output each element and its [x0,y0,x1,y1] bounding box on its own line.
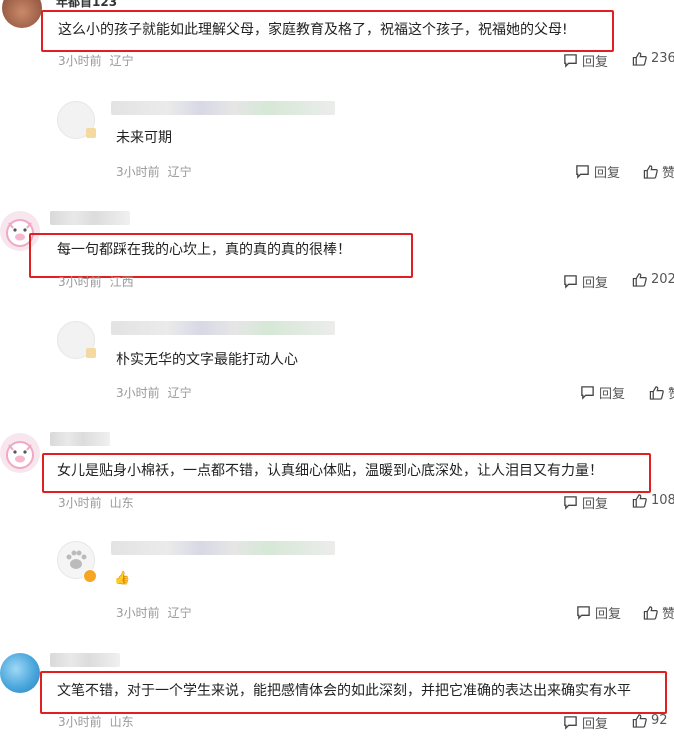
thumbs-up-icon [643,606,658,620]
reply-time: 3小时前 [116,606,160,620]
highlight-box [29,233,413,278]
reply-location: 辽宁 [167,165,192,179]
reply-name-blurred[interactable] [111,101,335,115]
verified-badge-icon [83,569,97,583]
like-count: 108 [651,493,674,508]
like-count: 236 [651,51,674,66]
reply-button[interactable]: 回复 [563,713,608,732]
comment-meta: 3小时前 山东 [58,494,134,511]
like-count: 202 [651,272,674,287]
reply-text: 未来可期 [116,130,172,146]
thumbs-up-icon [632,52,647,66]
thumbs-up-icon [643,165,658,179]
comment-bubble-icon [581,386,594,400]
reply-meta: 3小时前 辽宁 [116,163,192,180]
like-button[interactable]: 赞 [649,383,674,402]
comment-location: 辽宁 [109,54,134,68]
reply-location: 辽宁 [167,386,192,400]
reply-time: 3小时前 [116,386,160,400]
pig-avatar-icon [6,441,34,469]
comment-bubble-icon [564,716,577,730]
reply-meta: 3小时前 辽宁 [116,604,192,621]
comment-time: 3小时前 [58,54,102,68]
like-count: 92 [651,713,668,728]
comment-time: 3小时前 [58,715,102,729]
like-button[interactable]: 236 [632,51,674,66]
reply-label: 回复 [582,717,609,732]
reply-label: 回复 [599,387,626,402]
comment-time: 3小时前 [58,275,102,289]
like-button[interactable]: 赞 [643,603,674,622]
like-label: 赞 [662,607,674,622]
reply-label: 回复 [582,55,609,70]
thumbs-up-emoji-icon: 👍 [114,571,131,586]
commenter-avatar[interactable] [2,0,42,28]
comment-location: 江西 [109,275,134,289]
reply-button[interactable]: 回复 [580,383,625,402]
comment-location: 山东 [109,496,134,510]
thumbs-up-icon [632,273,647,287]
reply-avatar-badge [86,128,96,138]
commenter-name-blurred[interactable] [50,211,130,225]
comment-bubble-icon [576,165,589,179]
like-button[interactable]: 赞 [643,162,674,181]
comment-meta: 3小时前 山东 [58,713,134,730]
comment-time: 3小时前 [58,496,102,510]
reply-button[interactable]: 回复 [563,51,608,70]
reply-button[interactable]: 回复 [576,603,621,622]
thumbs-up-icon [632,494,647,508]
reply-meta: 3小时前 辽宁 [116,384,192,401]
reply-button[interactable]: 回复 [563,493,608,512]
like-button[interactable]: 108 [632,493,674,508]
reply-avatar-badge [86,348,96,358]
reply-location: 辽宁 [167,606,192,620]
like-button[interactable]: 202 [632,272,674,287]
commenter-name[interactable]: 年都首123 [56,0,117,10]
comment-location: 山东 [109,715,134,729]
reply-name-blurred[interactable] [111,321,335,335]
comment-bubble-icon [564,496,577,510]
reply-label: 回复 [582,276,609,291]
reply-text: 朴实无华的文字最能打动人心 [116,352,298,368]
commenter-avatar[interactable] [0,653,40,693]
comment-meta: 3小时前 辽宁 [58,52,134,69]
reply-label: 回复 [594,166,621,181]
highlight-box [41,10,614,52]
comment-bubble-icon [564,275,577,289]
reply-button[interactable]: 回复 [563,272,608,291]
like-button[interactable]: 92 [632,713,668,728]
highlight-box [40,671,667,714]
reply-label: 回复 [582,497,609,512]
comment-bubble-icon [564,54,577,68]
commenter-name-blurred[interactable] [50,432,110,446]
comment-bubble-icon [577,606,590,620]
reply-name-blurred[interactable] [111,541,335,555]
reply-button[interactable]: 回复 [575,162,620,181]
commenter-name-blurred[interactable] [50,653,120,667]
commenter-avatar[interactable] [0,433,40,473]
highlight-box [42,453,651,493]
like-label: 赞 [662,166,674,181]
thumbs-up-icon [632,714,647,728]
thumbs-up-icon [649,386,664,400]
comment-meta: 3小时前 江西 [58,273,134,290]
like-label: 赞 [668,383,674,402]
reply-time: 3小时前 [116,165,160,179]
reply-label: 回复 [595,607,622,622]
